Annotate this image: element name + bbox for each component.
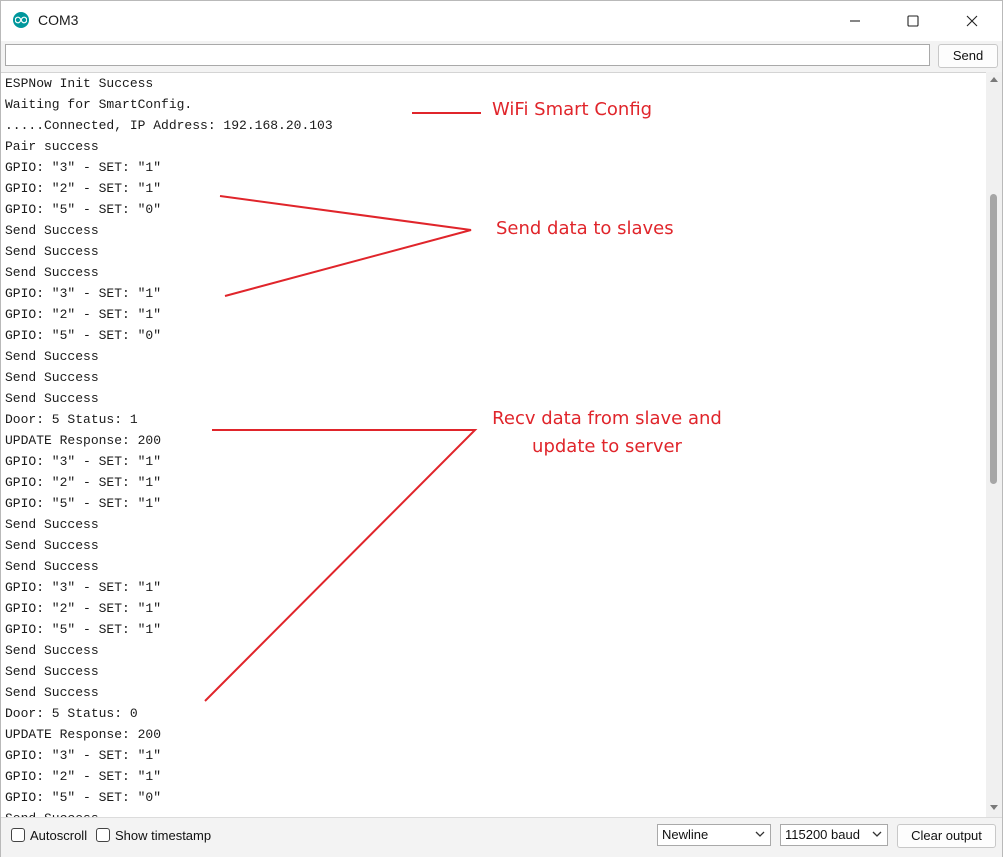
show-timestamp-checkbox[interactable] — [96, 828, 110, 842]
send-button[interactable]: Send — [938, 44, 998, 68]
serial-monitor-window: COM3 Send ESPNow Init Success Waiting for… — [0, 0, 1003, 857]
chevron-down-icon — [755, 831, 765, 837]
send-data-label: Send data to slaves — [496, 218, 674, 239]
wifi-smart-config-label: WiFi Smart Config — [492, 99, 653, 120]
clear-output-button[interactable]: Clear output — [897, 824, 996, 848]
baud-rate-value: 115200 baud — [785, 827, 860, 842]
close-button[interactable] — [943, 1, 1001, 41]
scrollbar-thumb[interactable] — [990, 194, 997, 484]
serial-output-area[interactable]: ESPNow Init Success Waiting for SmartConf… — [1, 72, 986, 818]
window-title: COM3 — [38, 12, 79, 28]
baud-rate-select[interactable]: 115200 baud — [780, 824, 888, 846]
autoscroll-label: Autoscroll — [30, 828, 88, 843]
line-ending-value: Newline — [662, 827, 709, 842]
send-annotation-arrow — [219, 195, 472, 297]
recv-data-label-line1: Recv data from slave and — [492, 408, 722, 429]
minimize-button[interactable] — [826, 1, 884, 41]
maximize-icon — [907, 15, 919, 27]
maximize-button[interactable] — [884, 1, 942, 41]
recv-data-label-line2: update to server — [532, 436, 682, 457]
send-row: Send — [1, 41, 1002, 72]
bottom-toolbar: Autoscroll Show timestamp Newline 115200… — [1, 817, 1002, 857]
minimize-icon — [850, 20, 860, 22]
show-timestamp-label: Show timestamp — [115, 828, 212, 843]
chevron-down-icon — [872, 831, 882, 837]
recv-data-label: Recv data from slave and update to serve… — [489, 405, 725, 461]
recv-annotation-arrow — [204, 429, 478, 702]
line-ending-select[interactable]: Newline — [657, 824, 771, 846]
arduino-icon — [13, 12, 29, 28]
scroll-up-icon[interactable] — [990, 76, 998, 82]
close-icon — [966, 15, 978, 27]
vertical-scrollbar[interactable] — [986, 72, 1002, 817]
serial-send-input[interactable] — [5, 44, 930, 66]
title-bar: COM3 — [1, 1, 1002, 41]
scroll-down-icon[interactable] — [990, 805, 998, 811]
autoscroll-checkbox[interactable] — [11, 828, 25, 842]
